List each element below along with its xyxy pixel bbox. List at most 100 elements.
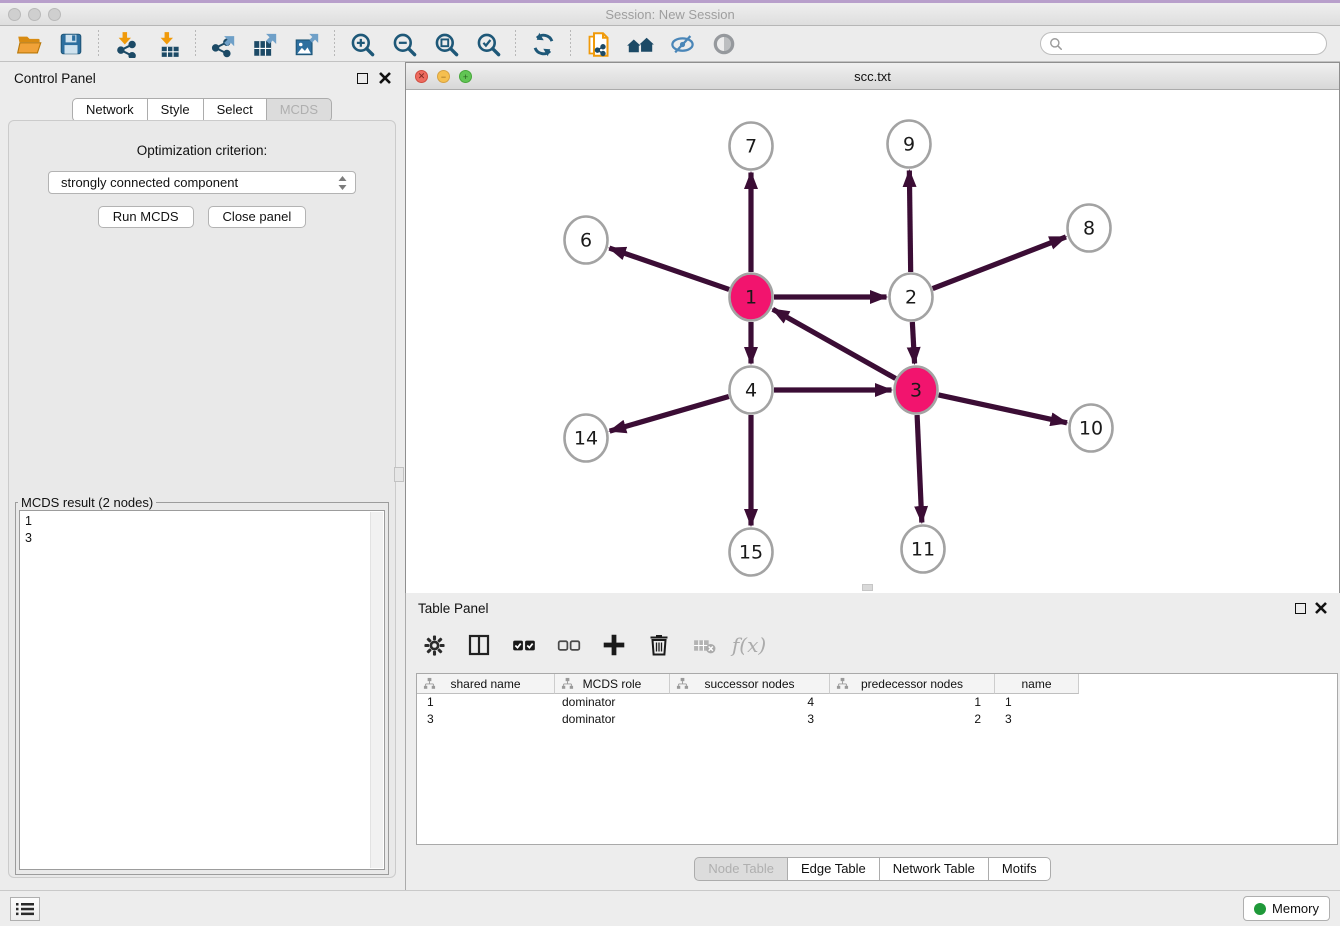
search-input[interactable]: [1063, 35, 1326, 53]
export-table-button[interactable]: [250, 29, 280, 59]
run-mcds-button[interactable]: Run MCDS: [98, 206, 194, 228]
memory-button[interactable]: Memory: [1243, 896, 1330, 921]
fx-icon: f(x): [732, 633, 766, 657]
graph-node-label-8: 8: [1083, 218, 1095, 240]
gray-circle-button[interactable]: [709, 29, 739, 59]
tab-select[interactable]: Select: [203, 98, 267, 122]
cell-shared-name[interactable]: 3: [417, 711, 555, 728]
graph-node-label-1: 1: [745, 287, 757, 309]
graph-edge-2-3[interactable]: [912, 322, 914, 364]
export-network-button[interactable]: [208, 29, 238, 59]
cell-shared-name[interactable]: 1: [417, 694, 555, 711]
mcds-result-line: 1: [25, 513, 379, 530]
cell-mcds-role[interactable]: dominator: [555, 694, 670, 711]
floppy-disk-icon: [58, 31, 84, 57]
cell-mcds-role[interactable]: dominator: [555, 711, 670, 728]
table-panel: Table Panel: [405, 593, 1340, 890]
tab-motifs[interactable]: Motifs: [988, 857, 1051, 881]
cell-successor-nodes[interactable]: 4: [670, 694, 830, 711]
graph-node-label-6: 6: [580, 230, 592, 252]
select-all-button[interactable]: [510, 631, 538, 659]
zoom-out-button[interactable]: [389, 29, 419, 59]
table-toolbar: f(x): [420, 625, 763, 665]
column-header-successor-nodes[interactable]: successor nodes: [670, 674, 830, 694]
table-row[interactable]: 3 dominator 3 2 3: [417, 711, 1337, 728]
vertical-splitter-grip[interactable]: [394, 467, 404, 482]
save-session-button[interactable]: [56, 29, 86, 59]
column-label: MCDS role: [583, 677, 642, 691]
task-history-button[interactable]: [10, 897, 40, 921]
tab-node-table[interactable]: Node Table: [694, 857, 788, 881]
network-window-title: scc.txt: [406, 69, 1339, 84]
zoom-selected-button[interactable]: [473, 29, 503, 59]
table-row[interactable]: 1 dominator 4 1 1: [417, 694, 1337, 711]
tab-network-table[interactable]: Network Table: [879, 857, 989, 881]
table-delete-icon: [692, 633, 717, 658]
cell-name[interactable]: 1: [995, 694, 1079, 711]
graph-node-label-4: 4: [745, 380, 757, 402]
export-image-button[interactable]: [292, 29, 322, 59]
horizontal-splitter-grip[interactable]: [862, 584, 873, 591]
deselect-all-button[interactable]: [555, 631, 583, 659]
add-column-button[interactable]: [600, 631, 628, 659]
trash-icon: [647, 633, 671, 657]
cell-successor-nodes[interactable]: 3: [670, 711, 830, 728]
graph-edge-3-11[interactable]: [917, 415, 922, 523]
optimization-criterion-value: strongly connected component: [61, 175, 238, 190]
document-share-button[interactable]: [583, 29, 613, 59]
tab-network[interactable]: Network: [72, 98, 148, 122]
graph-node-label-2: 2: [905, 287, 917, 309]
graph-edge-3-10[interactable]: [939, 395, 1067, 423]
app-window: { "window": { "title": "Session: New Ses…: [0, 0, 1340, 926]
list-icon: [16, 902, 34, 916]
cell-predecessor-nodes[interactable]: 2: [830, 711, 995, 728]
graph-edge-1-6[interactable]: [609, 248, 729, 289]
cell-name[interactable]: 3: [995, 711, 1079, 728]
network-canvas[interactable]: 1234678910111415: [406, 90, 1339, 593]
export-network-icon: [210, 31, 237, 58]
column-header-shared-name[interactable]: shared name: [417, 674, 555, 694]
checked-boxes-icon: [511, 632, 537, 658]
eye-slash-button[interactable]: [667, 29, 697, 59]
control-panel-header: Control Panel: [0, 62, 405, 92]
refresh-button[interactable]: [528, 29, 558, 59]
table-settings-button[interactable]: [420, 631, 448, 659]
mcds-result-textarea[interactable]: 1 3: [19, 510, 385, 870]
zoom-fit-button[interactable]: [431, 29, 461, 59]
close-panel-button[interactable]: Close panel: [208, 206, 307, 228]
tab-style[interactable]: Style: [147, 98, 204, 122]
close-table-panel-icon[interactable]: [1314, 601, 1328, 615]
open-folder-icon: [16, 31, 43, 58]
float-table-panel-icon[interactable]: [1295, 603, 1306, 614]
control-panel-tabs: Network Style Select MCDS: [0, 98, 405, 122]
import-network-button[interactable]: [111, 29, 141, 59]
columns-icon: [467, 633, 491, 657]
graph-edge-3-1[interactable]: [773, 309, 896, 378]
control-panel-title: Control Panel: [14, 71, 96, 86]
zoom-selected-icon: [475, 31, 502, 58]
table-header-row: shared name MCDS role successor nodes pr…: [417, 674, 1337, 694]
result-scrollbar[interactable]: [370, 512, 383, 868]
column-header-name[interactable]: name: [995, 674, 1079, 694]
optimization-criterion-select[interactable]: strongly connected component: [48, 171, 356, 194]
zoom-in-button[interactable]: [347, 29, 377, 59]
double-home-button[interactable]: [625, 29, 655, 59]
status-bar: Memory: [0, 890, 1340, 926]
graph-edge-4-14[interactable]: [610, 396, 729, 431]
cell-predecessor-nodes[interactable]: 1: [830, 694, 995, 711]
graph-edge-2-9[interactable]: [909, 170, 910, 272]
column-header-predecessor-nodes[interactable]: predecessor nodes: [830, 674, 995, 694]
float-panel-icon[interactable]: [357, 73, 368, 84]
graph-edge-2-8[interactable]: [933, 237, 1066, 289]
tab-edge-table[interactable]: Edge Table: [787, 857, 880, 881]
plus-icon: [601, 632, 627, 658]
open-session-button[interactable]: [14, 29, 44, 59]
toggle-columns-button[interactable]: [465, 631, 493, 659]
close-panel-icon[interactable]: [378, 71, 392, 85]
import-table-button[interactable]: [153, 29, 183, 59]
delete-columns-button[interactable]: [645, 631, 673, 659]
tab-mcds[interactable]: MCDS: [266, 98, 332, 122]
column-header-mcds-role[interactable]: MCDS role: [555, 674, 670, 694]
graph-node-label-7: 7: [745, 136, 757, 158]
search-field[interactable]: [1040, 32, 1327, 55]
